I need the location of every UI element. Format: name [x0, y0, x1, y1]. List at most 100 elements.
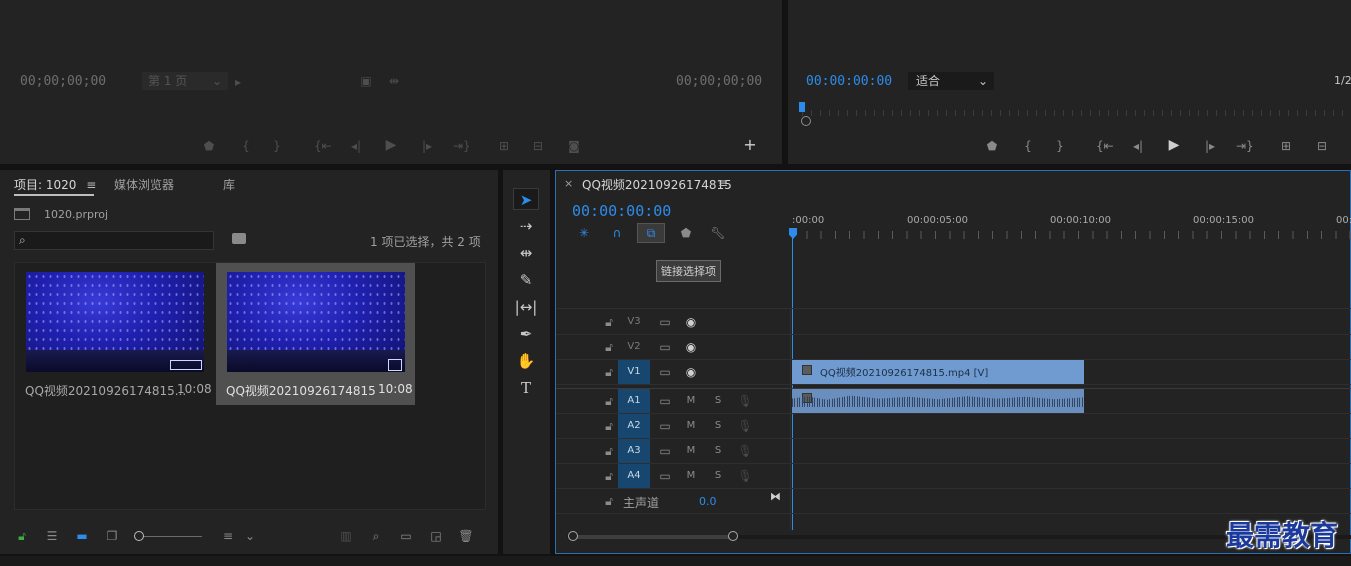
microphone-icon[interactable]: 🎙︎	[737, 414, 753, 438]
mute-button[interactable]: M	[683, 389, 699, 413]
lock-icon[interactable]: 🔓︎	[601, 489, 617, 513]
eye-icon[interactable]: ◉	[683, 360, 699, 384]
slip-tool-icon[interactable]: |↔|	[513, 296, 539, 318]
go-to-out-icon[interactable]: ⇥}	[453, 139, 471, 153]
mute-button[interactable]: M	[683, 414, 699, 438]
new-item-icon[interactable]: ◲	[428, 529, 444, 543]
lock-icon[interactable]: 🔓︎	[601, 360, 617, 384]
tab-media-browser[interactable]: 媒体浏览器	[114, 176, 174, 193]
lift-icon[interactable]: ⊞	[1278, 139, 1294, 153]
sync-lock-icon[interactable]: ▭	[657, 389, 673, 413]
master-volume-value[interactable]: 0.0	[699, 495, 717, 508]
project-item[interactable]: QQ视频20210926174815... 10:08	[18, 266, 212, 404]
tab-project[interactable]: 项目: 1020 ≡	[14, 176, 96, 193]
fit-select[interactable]: 适合 ⌄	[908, 72, 994, 90]
track-target-a3[interactable]: A3	[618, 439, 650, 463]
track-label-v2[interactable]: V2	[618, 335, 650, 359]
zoom-slider[interactable]	[136, 536, 202, 537]
microphone-icon[interactable]: 🎙︎	[737, 389, 753, 413]
new-bin-icon[interactable]: ▭	[398, 529, 414, 543]
hand-tool-icon[interactable]: ✋	[513, 350, 539, 372]
step-back-icon[interactable]: ◂|	[348, 139, 364, 153]
play-icon[interactable]: ▶	[1166, 138, 1182, 152]
sort-icon[interactable]: ≡	[220, 529, 236, 543]
freeform-view-icon[interactable]: ❐	[104, 529, 120, 543]
timeline-scroll-thumb[interactable]	[572, 535, 734, 539]
solo-button[interactable]: S	[710, 439, 726, 463]
eye-icon[interactable]: ◉	[683, 335, 699, 359]
insert-icon[interactable]: ⊞	[496, 139, 512, 153]
mute-button[interactable]: M	[683, 439, 699, 463]
sync-lock-icon[interactable]: ▭	[657, 360, 673, 384]
lock-icon[interactable]: 🔓︎	[601, 389, 617, 413]
source-page-select[interactable]: 第 1 页 ⌄	[142, 72, 228, 90]
trash-icon[interactable]: 🗑︎	[458, 529, 474, 543]
mark-out-icon[interactable]: }	[1052, 139, 1068, 153]
zoom-scrollbar-handle[interactable]	[801, 116, 811, 126]
go-to-in-icon[interactable]: {⇤	[1096, 139, 1114, 153]
marker-icon[interactable]: ⬟	[201, 139, 217, 153]
scroll-handle-right[interactable]	[728, 531, 738, 541]
track-target-a2[interactable]: A2	[618, 414, 650, 438]
timeline-close-button[interactable]: ×	[564, 177, 573, 190]
plus-icon[interactable]: +	[742, 137, 758, 153]
step-back-icon[interactable]: ◂|	[1130, 139, 1146, 153]
lock-icon[interactable]: 🔓︎	[601, 335, 617, 359]
program-ruler[interactable]	[802, 104, 1351, 116]
lock-icon[interactable]: 🔓︎	[601, 464, 617, 488]
solo-button[interactable]: S	[710, 464, 726, 488]
tab-library[interactable]: 库	[223, 176, 235, 193]
play-icon[interactable]: ▶	[383, 138, 399, 152]
list-view-icon[interactable]: ☰	[44, 529, 60, 543]
scroll-handle-left[interactable]	[568, 531, 578, 541]
selection-tool-icon[interactable]: ➤	[513, 188, 539, 210]
step-forward-icon[interactable]: |▸	[419, 139, 435, 153]
step-forward-icon[interactable]: |▸	[1202, 139, 1218, 153]
playhead-marker[interactable]	[799, 102, 805, 112]
sync-lock-icon[interactable]: ▭	[657, 310, 673, 334]
lock-icon[interactable]: 🔓︎	[601, 439, 617, 463]
mute-button[interactable]: M	[683, 464, 699, 488]
ripple-edit-tool-icon[interactable]: ⇹	[513, 242, 539, 264]
solo-button[interactable]: S	[710, 414, 726, 438]
lock-icon[interactable]: 🔓︎	[601, 414, 617, 438]
program-timecode[interactable]: 00:00:00:00	[806, 74, 892, 89]
sync-lock-icon[interactable]: ▭	[657, 414, 673, 438]
pen-tool-icon[interactable]: ✒	[513, 323, 539, 345]
marker-icon[interactable]: ⬟	[984, 139, 1000, 153]
source-timecode-in[interactable]: 00;00;00;00	[20, 74, 106, 89]
find-icon[interactable]: ⌕	[368, 529, 384, 543]
chevron-down-icon[interactable]: ⌄	[242, 529, 258, 543]
export-frame-icon[interactable]: ▣	[358, 74, 374, 88]
track-target-a4[interactable]: A4	[618, 464, 650, 488]
time-ruler[interactable]	[792, 231, 1351, 239]
overwrite-icon[interactable]: ⊟	[530, 139, 546, 153]
linked-selection-button[interactable]: ⧉	[637, 223, 665, 243]
track-target-a1[interactable]: A1	[618, 389, 650, 413]
track-label-v3[interactable]: V3	[618, 310, 650, 334]
lock-icon[interactable]: 🔓︎	[601, 310, 617, 334]
solo-button[interactable]: S	[710, 389, 726, 413]
go-to-out-icon[interactable]: ⇥}	[1236, 139, 1254, 153]
snap-icon[interactable]: ∩	[609, 226, 625, 240]
search-input[interactable]: ⌕	[14, 231, 214, 250]
mark-in-icon[interactable]: {	[238, 139, 254, 153]
track-target-v1[interactable]: V1	[618, 360, 650, 384]
go-to-end-icon[interactable]: ⧓	[770, 490, 781, 503]
sync-lock-icon[interactable]: ▭	[657, 464, 673, 488]
resolution-select[interactable]: 1/2	[1334, 74, 1351, 87]
razor-tool-icon[interactable]: ✎	[513, 269, 539, 291]
source-timecode-out[interactable]: 00;00;00;00	[676, 74, 762, 89]
lock-icon[interactable]: 🔓︎	[14, 529, 30, 543]
mark-out-icon[interactable]: }	[269, 139, 285, 153]
mark-in-icon[interactable]: {	[1020, 139, 1036, 153]
eye-icon[interactable]: ◉	[683, 310, 699, 334]
zoom-slider-handle[interactable]	[134, 531, 144, 541]
microphone-icon[interactable]: 🎙︎	[737, 464, 753, 488]
menu-icon[interactable]: ≡	[718, 176, 728, 190]
audio-clip[interactable]	[792, 389, 1084, 413]
new-search-bin-icon[interactable]	[232, 233, 246, 244]
project-item-selected[interactable]: QQ视频20210926174815 10:08	[216, 263, 415, 405]
type-tool-icon[interactable]: T	[513, 377, 539, 399]
track-select-tool-icon[interactable]: ⇢	[513, 215, 539, 237]
